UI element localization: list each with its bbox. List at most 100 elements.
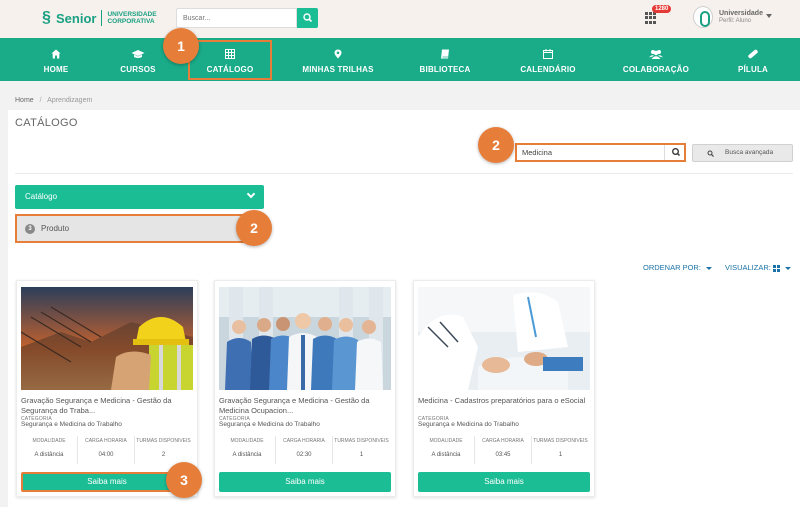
sort-by-label: ORDENAR POR:	[643, 263, 701, 272]
course-card[interactable]: Gravação Segurança e Medicina - Gestão d…	[214, 280, 396, 497]
category-value: Segurança e Medicina do Trabalho	[219, 421, 320, 428]
chevron-down-icon[interactable]	[766, 14, 772, 18]
stat-carga: CARGA HORARIA 03:45	[475, 436, 532, 464]
search-icon	[707, 150, 714, 157]
nav-label: COLABORAÇÃO	[622, 65, 690, 74]
view-mode-control[interactable]: VISUALIZAR:	[725, 263, 791, 272]
nav-item-calendario[interactable]: CALENDÁRIO	[512, 38, 584, 81]
global-search-button[interactable]	[297, 8, 318, 28]
stat-carga: CARGA HORARIA 04:00	[78, 436, 135, 464]
users-icon	[649, 50, 663, 59]
senior-logo[interactable]: § Senior UNIVERSIDADE CORPORATIVA	[42, 10, 157, 26]
stat-modalidade: MODALIDADE A distância	[21, 436, 78, 464]
breadcrumb-current: Aprendizagem	[47, 97, 93, 104]
nav-label: CALENDÁRIO	[520, 65, 576, 74]
nav-item-minhas-trilhas[interactable]: MINHAS TRILHAS	[297, 38, 379, 81]
stat-modalidade: MODALIDADE A distância	[219, 436, 276, 464]
user-name[interactable]: Universidade	[719, 10, 763, 17]
avatar[interactable]	[693, 6, 713, 28]
medical-team-image	[219, 287, 391, 390]
nav-label: CURSOS	[120, 65, 156, 74]
nav-label: BIBLIOTECA	[419, 65, 471, 74]
course-title[interactable]: Gravação Segurança e Medicina - Gestão d…	[219, 396, 391, 416]
breadcrumb-home-link[interactable]: Home	[15, 97, 34, 104]
saiba-mais-button[interactable]: Saiba mais	[219, 472, 391, 492]
stat-value: A distância	[34, 452, 64, 458]
course-card[interactable]: Medicina - Cadastros preparatórios para …	[413, 280, 595, 497]
course-stats: MODALIDADE A distância CARGA HORARIA 02:30…	[219, 436, 391, 464]
main-nav: HOME CURSOS CATÁLOGO MINHAS TRILHAS BIBL…	[0, 38, 800, 81]
course-image-construction[interactable]	[21, 287, 193, 390]
course-stats: MODALIDADE A distância CARGA HORARIA 04:00…	[21, 436, 193, 464]
stat-value: A distância	[431, 452, 461, 458]
stat-header: MODALIDADE	[32, 438, 66, 444]
chevron-down-icon	[246, 189, 256, 199]
apps-grid-icon[interactable]	[645, 12, 657, 24]
stat-header: CARGA HORARIA	[85, 438, 127, 444]
nav-item-colaboracao[interactable]: COLABORAÇÃO	[617, 38, 695, 81]
stat-turmas: TURMAS DISPONIVEIS 1	[333, 436, 390, 464]
step-marker-3: 3	[166, 462, 202, 498]
stat-modalidade: MODALIDADE A distância	[418, 436, 475, 464]
section-divider	[15, 173, 793, 174]
top-header: § Senior UNIVERSIDADE CORPORATIVA 1280 U…	[0, 0, 800, 38]
stat-value: 03:45	[495, 452, 511, 458]
breadcrumb-separator: /	[39, 97, 42, 104]
nav-item-home[interactable]: HOME	[25, 38, 87, 81]
stat-value: 04:00	[98, 452, 114, 458]
category-value: Segurança e Medicina do Trabalho	[418, 421, 519, 428]
notification-badge: 1280	[652, 5, 672, 13]
category-value: Segurança e Medicina do Trabalho	[21, 421, 122, 428]
saiba-mais-button[interactable]: Saiba mais	[418, 472, 590, 492]
stat-carga: CARGA HORARIA 02:30	[276, 436, 333, 464]
stat-header: TURMAS DISPONIVEIS	[533, 438, 588, 444]
course-stats: MODALIDADE A distância CARGA HORARIA 03:45…	[418, 436, 590, 464]
course-card[interactable]: Gravação Segurança e Medicina - Gestão d…	[16, 280, 198, 497]
catalog-search-input[interactable]: Medicina	[522, 148, 552, 157]
sort-by-control[interactable]: ORDENAR POR:	[643, 263, 712, 272]
global-search	[176, 8, 318, 28]
logo-subtitle-line-2: CORPORATIVA	[107, 18, 155, 25]
calendar-icon	[543, 49, 553, 59]
catalog-dropdown-label: Catálogo	[25, 192, 58, 201]
step-marker-2b: 2	[236, 210, 272, 246]
course-title[interactable]: Gravação Segurança e Medicina - Gestão d…	[21, 396, 193, 416]
home-icon	[51, 49, 61, 59]
course-image-medical-team[interactable]	[219, 287, 391, 390]
stat-value: 2	[161, 452, 166, 458]
course-image-consultation[interactable]	[418, 287, 590, 390]
advanced-search-button[interactable]: Busca avançada	[692, 144, 793, 162]
course-title[interactable]: Medicina - Cadastros preparatórios para …	[418, 396, 590, 406]
catalogo-highlight-frame	[188, 40, 272, 80]
logo-brand: Senior	[56, 10, 97, 26]
caret-down-icon	[705, 266, 712, 270]
search-icon	[303, 13, 313, 23]
caret-down-icon	[784, 266, 791, 270]
stat-value: 1	[558, 452, 563, 458]
logo-subtitle: UNIVERSIDADE CORPORATIVA	[107, 11, 156, 25]
doctor-consultation-image	[418, 287, 590, 390]
stat-value: A distância	[232, 452, 262, 458]
stat-header: TURMAS DISPONIVEIS	[334, 438, 389, 444]
nav-item-cursos[interactable]: CURSOS	[107, 38, 169, 81]
stat-turmas: TURMAS DISPONIVEIS 2	[135, 436, 192, 464]
view-mode-label: VISUALIZAR:	[725, 263, 771, 272]
stat-header: MODALIDADE	[429, 438, 463, 444]
stat-header: CARGA HORARIA	[482, 438, 524, 444]
step-marker-1: 1	[163, 28, 199, 64]
catalog-search-button[interactable]	[664, 145, 686, 160]
catalog-search-box[interactable]: Medicina	[515, 143, 686, 162]
catalog-dropdown[interactable]: Catálogo	[15, 185, 264, 209]
nav-label: MINHAS TRILHAS	[302, 65, 374, 74]
stat-turmas: TURMAS DISPONIVEIS 1	[532, 436, 589, 464]
global-search-input[interactable]	[176, 8, 297, 28]
user-role: Perfil: Aluno	[719, 18, 752, 24]
produto-label: Produto	[41, 224, 70, 233]
map-marker-icon	[334, 49, 342, 59]
senior-logo-icon: §	[42, 9, 51, 26]
search-icon	[672, 148, 681, 157]
nav-item-pilula[interactable]: PÍLULA	[722, 38, 784, 81]
nav-item-biblioteca[interactable]: BIBLIOTECA	[414, 38, 476, 81]
produto-filter[interactable]: 3 Produto	[15, 214, 264, 243]
stat-header: TURMAS DISPONIVEIS	[136, 438, 191, 444]
